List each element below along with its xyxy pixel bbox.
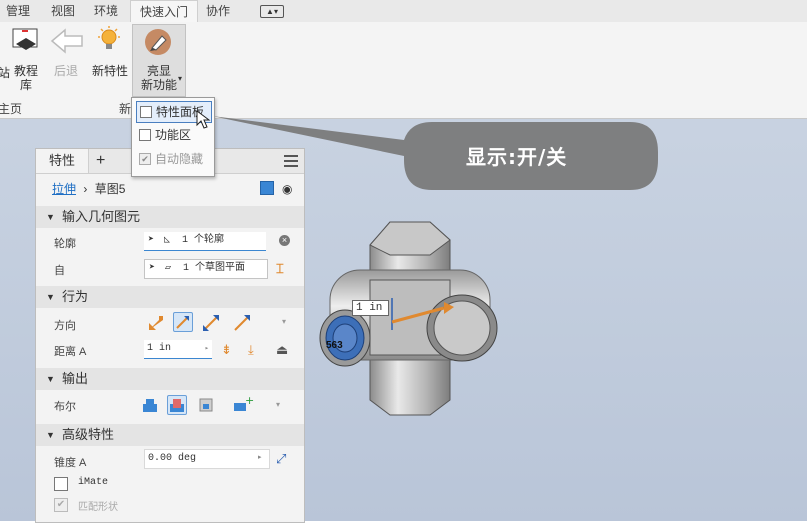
clear-selection-icon[interactable]: × <box>279 235 290 246</box>
offset-icon[interactable]: ⌶ <box>276 261 284 277</box>
eye-icon[interactable]: ◉ <box>282 182 292 196</box>
property-panel-checkbox[interactable] <box>140 106 152 118</box>
section-title: 输出 <box>62 371 89 386</box>
menu-item-auto-hide[interactable]: ✔ 自动隐藏 <box>136 149 210 169</box>
callout-text: 显示:开/关 <box>466 145 568 169</box>
new-features-bulb-icon <box>97 26 123 57</box>
back-arrow-icon <box>50 28 84 57</box>
direction-flipped-icon[interactable] <box>173 312 193 332</box>
direction-default-icon[interactable] <box>146 313 166 333</box>
from-label: 自 <box>54 265 65 277</box>
boolean-new-solid-icon[interactable]: + <box>232 394 254 415</box>
section-output[interactable]: ▼ 输出 <box>36 368 304 390</box>
from-selector[interactable]: ➤ ▱ 1 个草图平面 <box>144 259 268 279</box>
highlight-new-dropdown-arrow[interactable]: ▾ <box>178 74 182 83</box>
collapse-arrow-icon: ▼ <box>46 292 55 302</box>
dimension-label[interactable]: 1 in <box>352 300 389 316</box>
profile-label: 轮廓 <box>54 238 76 250</box>
profile-selector[interactable]: ➤ ◺ 1 个轮廓 <box>144 232 266 251</box>
profile-shape-icon: ◺ <box>164 235 171 246</box>
taper-input[interactable]: 0.00 deg <box>144 449 270 469</box>
distance-input[interactable]: 1 in ▸ <box>144 340 212 359</box>
property-panel: 特性 + 拉伸 › 草图5 ◉ ▼ 输入几何图元 轮廓 ➤ ◺ 1 个轮廓 × … <box>35 148 305 523</box>
breadcrumb-separator: › <box>83 182 88 196</box>
ribbon-panel-label-new: 新 <box>119 102 132 116</box>
taper-label: 锥度 A <box>54 457 87 469</box>
menu-item-label: 自动隐藏 <box>155 152 204 166</box>
partial-label: 563 <box>326 340 343 351</box>
boolean-more-arrow[interactable]: ▾ <box>276 400 280 409</box>
breadcrumb-current: 草图5 <box>94 182 126 196</box>
section-title: 高级特性 <box>62 427 115 442</box>
tab-options-icon[interactable]: ▲▾ <box>260 5 284 18</box>
distance-value: 1 in <box>147 343 172 354</box>
breadcrumb: 拉伸 › 草图5 <box>52 180 125 197</box>
boolean-label: 布尔 <box>54 401 76 413</box>
boolean-intersect-icon[interactable] <box>196 395 216 415</box>
taper-dropdown-arrow[interactable]: ▸ <box>258 453 262 461</box>
tutorial-library-button[interactable]: 教程 库 <box>12 64 40 92</box>
tutorial-icon <box>12 28 38 52</box>
cursor-icon: ➤ <box>149 263 156 274</box>
ribbon-cut-button[interactable]: 站 <box>0 66 10 80</box>
breadcrumb-link-extrude[interactable]: 拉伸 <box>52 182 76 196</box>
mouse-cursor-icon <box>196 110 212 133</box>
section-input-geometry[interactable]: ▼ 输入几何图元 <box>36 206 304 228</box>
highlight-new-button[interactable]: 亮显 新功能 <box>138 64 180 92</box>
back-button[interactable]: 后退 <box>52 64 80 78</box>
direction-more-arrow[interactable]: ▾ <box>282 317 286 326</box>
3d-model[interactable] <box>310 210 510 425</box>
profile-value: 1 个轮廓 <box>182 235 225 246</box>
section-advanced[interactable]: ▼ 高级特性 <box>36 424 304 446</box>
new-features-button[interactable]: 新特性 <box>90 64 130 78</box>
tab-properties[interactable]: 特性 <box>36 149 89 173</box>
section-title: 输入几何图元 <box>62 209 141 224</box>
menu-item-label: 功能区 <box>155 128 192 142</box>
auto-hide-checkbox[interactable]: ✔ <box>139 153 151 165</box>
add-tab-button[interactable]: + <box>96 149 105 173</box>
ribbon: 站 教程 库 后退 新特性 亮显 新功能 ▾ 主页 新 <box>0 22 807 119</box>
ribbon-checkbox[interactable] <box>139 129 151 141</box>
cursor-icon: ➤ <box>148 235 155 246</box>
tab-getting-started[interactable]: 快速入门 <box>130 0 198 23</box>
from-value: 1 个草图平面 <box>183 263 246 274</box>
tab-manage[interactable]: 管理 <box>6 0 30 22</box>
distance-option-3-icon[interactable]: ⏏ <box>276 342 288 358</box>
direction-asymmetric-icon[interactable] <box>232 313 252 333</box>
distance-dropdown-arrow[interactable]: ▸ <box>205 340 209 358</box>
taper-value: 0.00 deg <box>148 453 197 464</box>
highlight-marker-icon <box>144 28 172 59</box>
plane-icon: ▱ <box>165 263 172 274</box>
boolean-join-icon[interactable] <box>140 395 160 415</box>
section-behavior[interactable]: ▼ 行为 <box>36 286 304 308</box>
distance-option-2-icon[interactable]: ⤓ <box>248 342 254 358</box>
ribbon-panel-label-home: 主页 <box>0 102 23 116</box>
svg-text:+: + <box>245 395 254 407</box>
section-title: 行为 <box>62 289 89 304</box>
direction-label: 方向 <box>54 320 76 332</box>
distance-label: 距离 A <box>54 346 87 358</box>
hamburger-menu-icon[interactable] <box>284 155 298 170</box>
tab-collaborate[interactable]: 协作 <box>206 0 230 22</box>
taper-flip-icon[interactable]: ⤢ <box>276 451 286 467</box>
direction-symmetric-icon[interactable] <box>201 313 221 333</box>
match-shape-checkbox[interactable]: ✔ <box>54 498 68 512</box>
collapse-arrow-icon: ▼ <box>46 430 55 440</box>
tutorial-library-label: 教程 库 <box>13 64 38 92</box>
highlight-dropdown-menu: 特性面板 功能区 ✔ 自动隐藏 <box>131 97 215 177</box>
collapse-arrow-icon: ▼ <box>46 374 55 384</box>
boolean-cut-icon[interactable] <box>167 395 187 415</box>
highlight-new-label: 亮显 新功能 <box>140 64 177 92</box>
match-shape-label: 匹配形状 <box>78 502 118 513</box>
cube-icon[interactable] <box>260 181 274 195</box>
ribbon-tab-bar: 管理 视图 环境 快速入门 协作 ▲▾ <box>0 0 807 23</box>
tab-view[interactable]: 视图 <box>51 0 75 22</box>
imate-checkbox[interactable] <box>54 477 68 491</box>
tab-environment[interactable]: 环境 <box>94 0 118 22</box>
imate-label: iMate <box>78 477 109 488</box>
collapse-arrow-icon: ▼ <box>46 212 55 222</box>
distance-option-1-icon[interactable]: ⇟ <box>221 342 232 358</box>
